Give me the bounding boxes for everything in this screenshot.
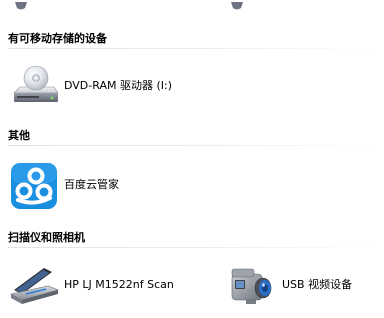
group-title: 扫描仪和照相机 xyxy=(8,231,85,244)
group-header-removable-storage: 有可移动存储的设备 xyxy=(8,31,376,49)
group-header-scanners-cameras: 扫描仪和照相机 xyxy=(8,230,376,248)
partial-drive-icon xyxy=(230,0,244,10)
device-item-hp-scanner[interactable]: HP LJ M1522nf Scan xyxy=(8,260,218,312)
divider xyxy=(8,48,376,49)
drive-item-dvd-ram[interactable]: DVD-RAM 驱动器 (I:) xyxy=(8,61,218,113)
divider xyxy=(8,247,376,248)
item-label: 百度云管家 xyxy=(64,178,119,191)
baidu-cloud-icon xyxy=(8,160,60,212)
scanner-icon xyxy=(8,260,60,312)
video-camera-icon xyxy=(226,260,278,312)
group-header-other: 其他 xyxy=(8,128,376,146)
item-baidu-cloud[interactable]: 百度云管家 xyxy=(8,160,218,212)
divider xyxy=(8,145,376,146)
dvd-drive-icon xyxy=(8,61,60,113)
item-label: HP LJ M1522nf Scan xyxy=(64,278,174,291)
item-label: DVD-RAM 驱动器 (I:) xyxy=(64,79,172,92)
partial-drive-icon xyxy=(14,0,28,10)
item-label: USB 视频设备 xyxy=(282,278,353,291)
device-item-usb-video[interactable]: USB 视频设备 xyxy=(226,260,376,312)
group-title: 有可移动存储的设备 xyxy=(8,32,107,45)
group-title: 其他 xyxy=(8,129,30,142)
